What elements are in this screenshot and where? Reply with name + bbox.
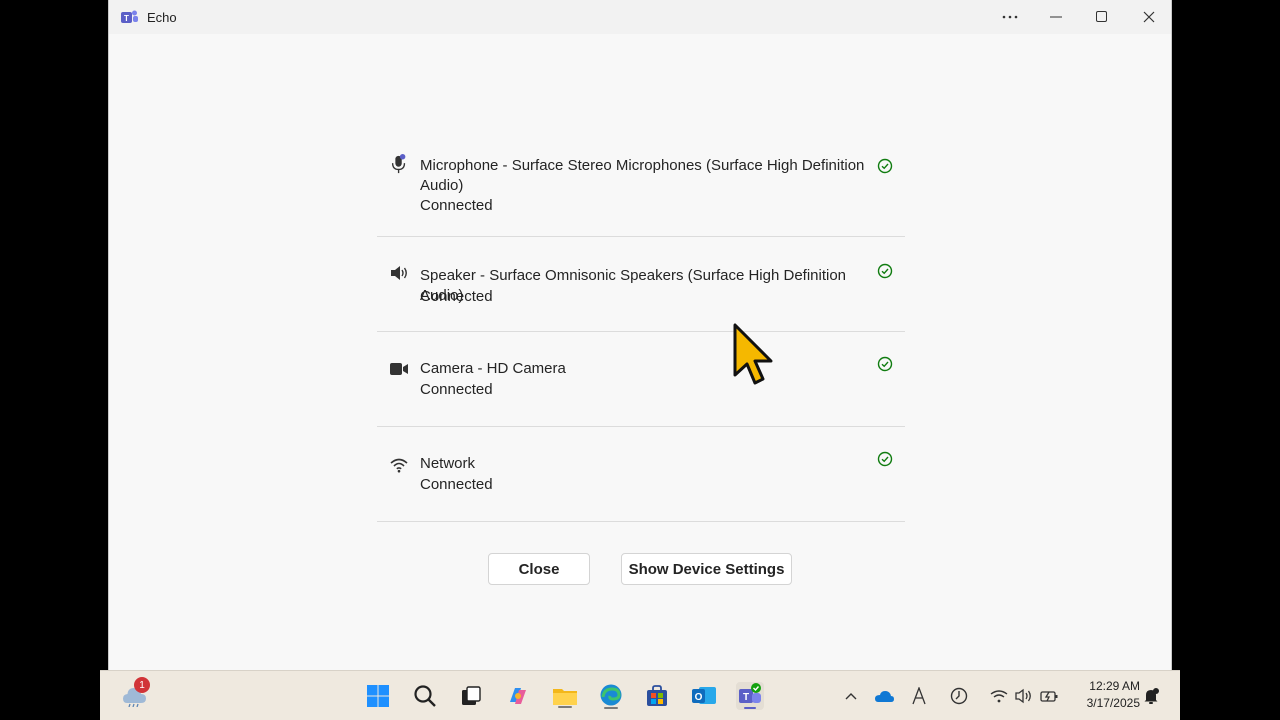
clock-time: 12:29 AM	[1089, 679, 1140, 693]
device-name: Network	[420, 455, 476, 472]
battery-charging-icon	[1040, 691, 1058, 702]
copilot-icon	[510, 688, 526, 704]
weather-notification-badge: 1	[134, 677, 150, 693]
start-button[interactable]	[364, 682, 392, 710]
outlook-icon: O	[692, 687, 716, 704]
device-name: Camera - HD Camera	[420, 360, 566, 377]
teams-app-icon: T	[121, 10, 138, 23]
notification-bell-icon	[1144, 688, 1159, 704]
svg-text:T: T	[124, 14, 129, 23]
edge-button[interactable]	[597, 682, 625, 710]
outlook-button[interactable]: O	[690, 682, 718, 710]
device-name: Microphone - Surface Stereo Microphones …	[420, 157, 865, 194]
teams-icon: T	[739, 683, 761, 709]
chevron-up-icon	[845, 693, 857, 700]
maximize-button[interactable]	[1079, 0, 1125, 34]
edge-browser-icon	[600, 684, 622, 709]
notifications-button[interactable]	[1140, 685, 1162, 707]
copilot-button[interactable]	[504, 682, 532, 710]
camera-icon	[390, 363, 408, 375]
file-explorer-button[interactable]	[551, 682, 579, 710]
folder-icon	[553, 689, 577, 708]
maximize-icon	[1096, 11, 1107, 22]
onedrive-cloud-icon	[875, 691, 894, 702]
wifi-icon	[390, 458, 408, 473]
microphone-icon	[391, 154, 406, 174]
teams-button[interactable]: T	[736, 682, 764, 710]
store-button[interactable]	[643, 682, 671, 710]
check-circle-icon	[877, 263, 893, 279]
taskbar: 1 O T 12:29 AM 3/17/2025	[100, 670, 1180, 720]
task-view-icon	[462, 686, 481, 705]
device-status: Connected	[420, 381, 493, 398]
focus-timer-button[interactable]	[948, 685, 970, 707]
close-window-button[interactable]	[1126, 0, 1172, 34]
more-options-button[interactable]	[987, 0, 1033, 34]
volume-icon	[1015, 688, 1031, 704]
battery-tray-button[interactable]	[1038, 685, 1060, 707]
store-bag-icon	[647, 685, 667, 706]
clock-circle-icon	[950, 687, 968, 705]
volume-tray-button[interactable]	[1013, 685, 1035, 707]
check-circle-icon	[877, 158, 893, 174]
font-letter-icon	[912, 687, 926, 705]
device-status: Connected	[420, 476, 493, 493]
input-indicator-button[interactable]	[908, 685, 930, 707]
check-circle-icon	[877, 356, 893, 372]
wifi-tray-icon	[990, 690, 1008, 703]
ellipsis-icon	[1002, 15, 1018, 19]
minimize-icon	[1050, 16, 1062, 18]
clock-date: 3/17/2025	[1086, 696, 1140, 710]
svg-text:O: O	[695, 692, 703, 703]
svg-text:T: T	[743, 692, 749, 703]
taskbar-clock[interactable]: 12:29 AM 3/17/2025	[1070, 678, 1140, 712]
device-row-microphone: Microphone - Surface Stereo Microphones …	[377, 134, 905, 237]
title-bar[interactable]: T Echo	[109, 0, 1171, 34]
search-icon	[414, 685, 436, 707]
check-circle-icon	[877, 451, 893, 467]
network-tray-button[interactable]	[988, 685, 1010, 707]
device-row-network: Network Connected	[377, 427, 905, 522]
minimize-button[interactable]	[1033, 0, 1079, 34]
mouse-pointer-icon	[733, 323, 773, 385]
device-list: Microphone - Surface Stereo Microphones …	[377, 134, 905, 522]
device-status: Connected	[420, 197, 493, 214]
onedrive-button[interactable]	[873, 685, 895, 707]
window-title: Echo	[147, 10, 177, 25]
show-device-settings-button[interactable]: Show Device Settings	[621, 553, 792, 585]
task-view-button[interactable]	[457, 682, 485, 710]
device-status: Connected	[420, 288, 493, 305]
windows-start-icon	[367, 685, 389, 707]
device-row-camera: Camera - HD Camera Connected	[377, 332, 905, 427]
close-icon	[1143, 11, 1155, 23]
close-button[interactable]: Close	[488, 553, 590, 585]
show-hidden-icons-button[interactable]	[840, 685, 862, 707]
device-row-speaker: Speaker - Surface Omnisonic Speakers (Su…	[377, 237, 905, 332]
search-button[interactable]	[411, 682, 439, 710]
speaker-icon	[391, 266, 407, 280]
